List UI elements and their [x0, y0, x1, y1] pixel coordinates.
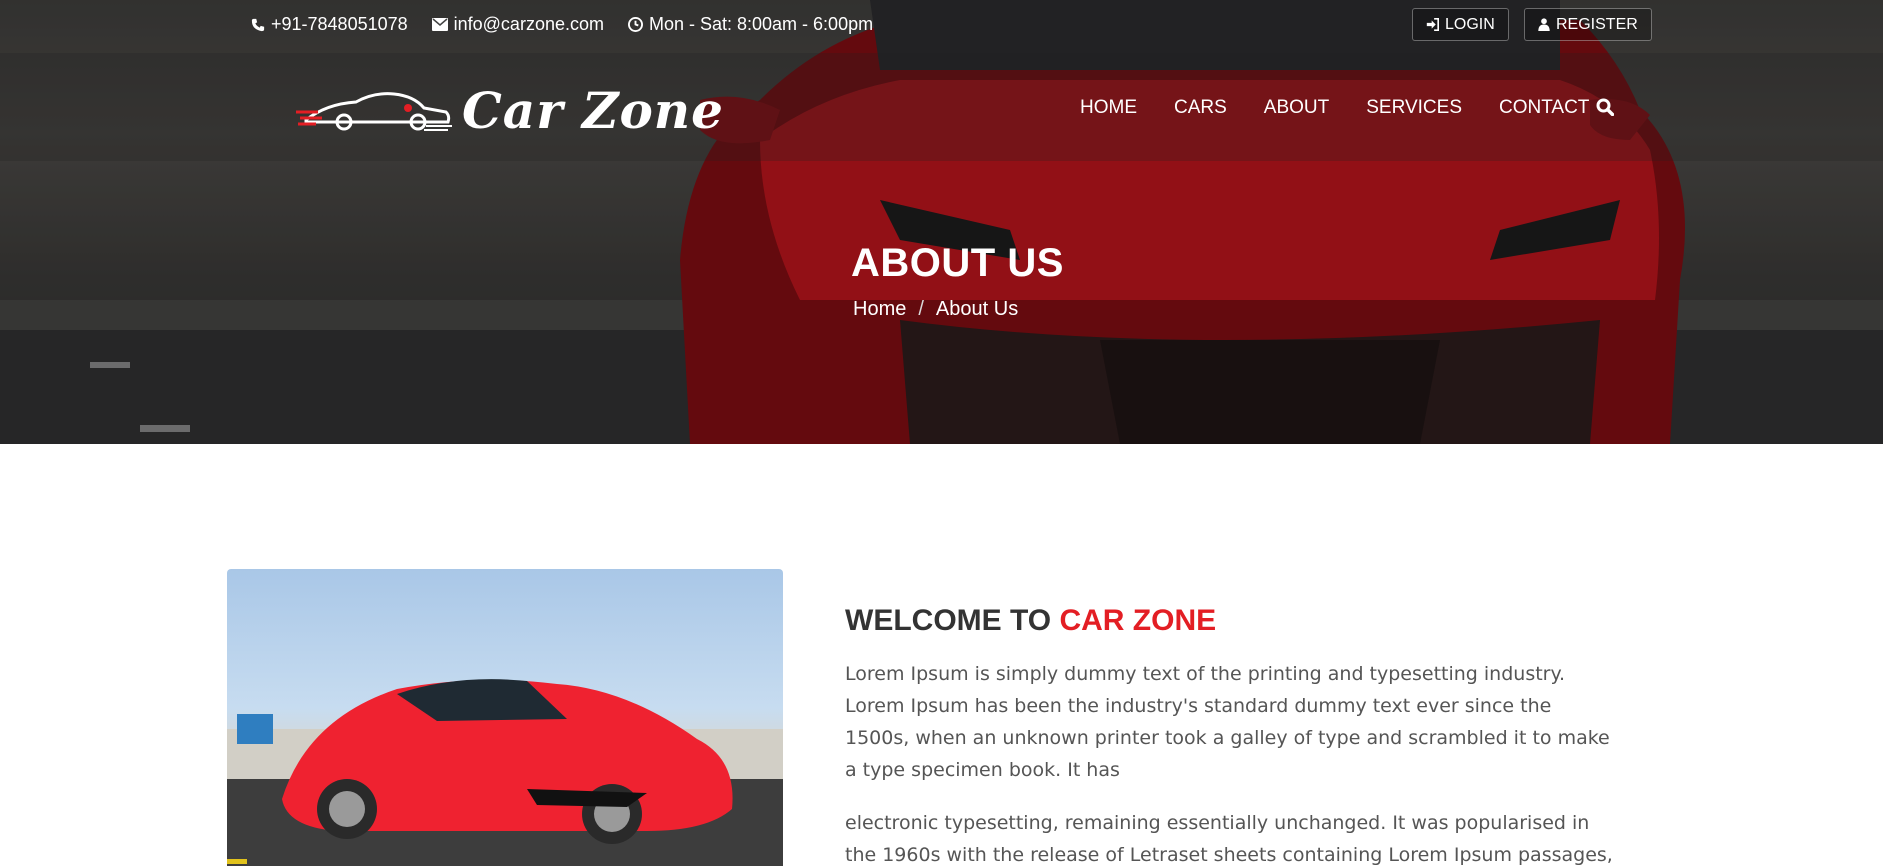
breadcrumb-separator: / — [918, 298, 924, 320]
clock-icon — [627, 17, 643, 32]
contact-info: +91-7848051078 info@carzone.com Mon - Sa… — [251, 14, 873, 35]
register-button[interactable]: REGISTER — [1524, 8, 1652, 41]
phone-item[interactable]: +91-7848051078 — [251, 14, 408, 35]
brand-logo[interactable]: Car Zone — [296, 81, 724, 140]
nav-menu: HOME CARS ABOUT SERVICES CONTACT — [1080, 97, 1589, 119]
login-button[interactable]: LOGIN — [1412, 8, 1509, 41]
top-bar: +91-7848051078 info@carzone.com Mon - Sa… — [0, 0, 1883, 53]
about-car-image — [227, 569, 783, 866]
nav-item-contact[interactable]: CONTACT — [1499, 97, 1589, 119]
login-label: LOGIN — [1445, 15, 1495, 33]
welcome-brand: CAR ZONE — [1059, 604, 1217, 637]
phone-icon — [251, 18, 265, 31]
nav-item-about[interactable]: ABOUT — [1264, 97, 1329, 119]
user-icon — [1538, 18, 1550, 31]
about-paragraph-1: Lorem Ipsum is simply dummy text of the … — [845, 663, 1610, 781]
page-title: ABOUT US — [851, 241, 1064, 285]
hero-banner: +91-7848051078 info@carzone.com Mon - Sa… — [0, 0, 1883, 444]
red-car-illustration — [227, 679, 783, 866]
about-paragraph-2: electronic typesetting, remaining essent… — [845, 812, 1613, 866]
phone-text: +91-7848051078 — [271, 14, 408, 34]
about-section: WELCOME TO CAR ZONE Lorem Ipsum is simpl… — [0, 444, 1883, 866]
email-text: info@carzone.com — [453, 14, 604, 34]
register-label: REGISTER — [1556, 15, 1638, 33]
sign-in-icon — [1426, 18, 1439, 31]
email-item[interactable]: info@carzone.com — [431, 14, 604, 35]
welcome-heading: WELCOME TO CAR ZONE — [845, 604, 1216, 638]
hours-text: Mon - Sat: 8:00am - 6:00pm — [648, 14, 874, 34]
search-icon — [1596, 98, 1615, 117]
envelope-icon — [431, 18, 448, 31]
nav-item-home[interactable]: HOME — [1080, 97, 1137, 119]
breadcrumb-current: About Us — [935, 298, 1019, 320]
welcome-prefix: WELCOME TO — [845, 604, 1052, 637]
main-navbar: Car Zone HOME CARS ABOUT SERVICES CONTAC… — [0, 53, 1883, 161]
hours-item: Mon - Sat: 8:00am - 6:00pm — [627, 14, 874, 35]
breadcrumb-home[interactable]: Home — [853, 298, 906, 321]
nav-item-services[interactable]: SERVICES — [1366, 97, 1462, 119]
breadcrumb: Home / About Us — [853, 298, 1018, 321]
nav-item-cars[interactable]: CARS — [1174, 97, 1227, 119]
brand-name: Car Zone — [462, 81, 724, 140]
search-button[interactable] — [1596, 98, 1615, 121]
car-logo-icon — [296, 91, 452, 131]
